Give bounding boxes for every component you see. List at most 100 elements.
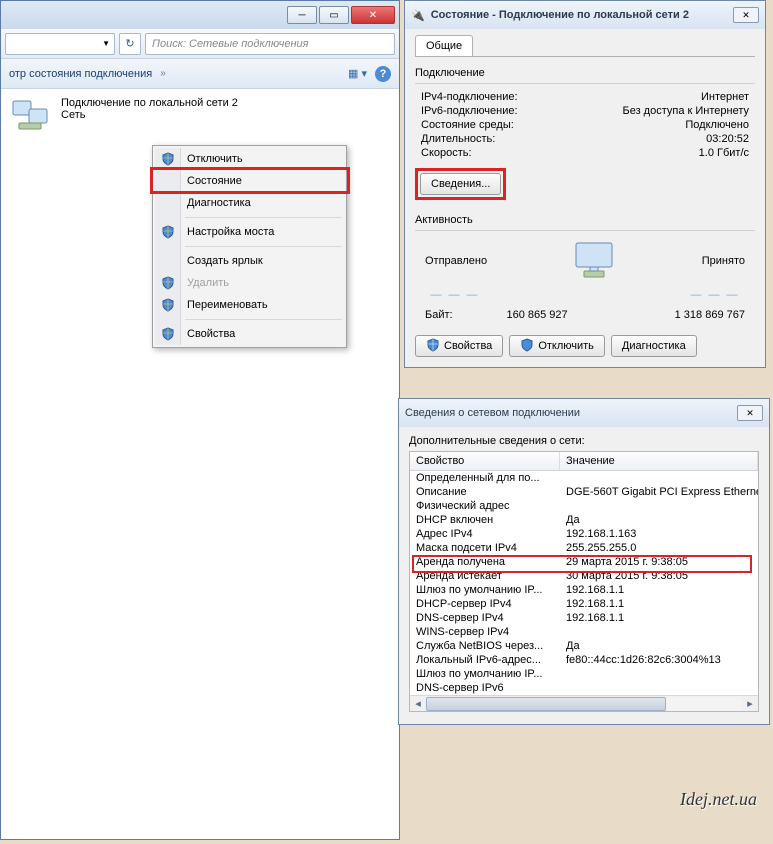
tab-strip: Общие xyxy=(415,35,755,57)
list-row[interactable]: Физический адрес xyxy=(410,499,758,513)
list-row[interactable]: Шлюз по умолчанию IP...192.168.1.1 xyxy=(410,583,758,597)
group-activity: Активность xyxy=(415,214,755,226)
close-button[interactable]: ✕ xyxy=(737,405,763,421)
value-cell: 29 марта 2015 г. 9:38:05 xyxy=(560,556,758,568)
close-button[interactable]: ✕ xyxy=(351,6,395,24)
details-listview: Свойство Значение Определенный для по...… xyxy=(409,451,759,712)
list-row[interactable]: DNS-сервер IPv4192.168.1.1 xyxy=(410,611,758,625)
list-row[interactable]: Адрес IPv4192.168.1.163 xyxy=(410,527,758,541)
scroll-left-button[interactable]: ◂ xyxy=(410,697,426,711)
disable-button[interactable]: Отключить xyxy=(509,335,605,357)
ctx-item[interactable]: Создать ярлык xyxy=(155,250,344,272)
shield-icon xyxy=(520,338,534,355)
list-row[interactable]: Служба NetBIOS через...Да xyxy=(410,639,758,653)
prop-cell: Аренда получена xyxy=(410,556,560,568)
list-row[interactable]: Определенный для по... xyxy=(410,471,758,485)
group-connection: Подключение xyxy=(415,67,755,79)
command-bar: отр состояния подключения » ▦ ▾ ? xyxy=(1,59,399,89)
prop-cell: WINS-сервер IPv4 xyxy=(410,626,560,638)
prop-cell: Описание xyxy=(410,486,560,498)
tab-general[interactable]: Общие xyxy=(415,35,473,56)
ctx-label: Отключить xyxy=(187,153,243,165)
properties-button[interactable]: Свойства xyxy=(415,335,503,357)
details-label: Сведения... xyxy=(431,178,490,190)
prop-cell: DHCP включен xyxy=(410,514,560,526)
address-box[interactable]: ▼ xyxy=(5,33,115,55)
horizontal-scrollbar[interactable]: ◂ ▸ xyxy=(410,695,758,711)
scroll-right-button[interactable]: ▸ xyxy=(742,697,758,711)
explorer-window: ─ ▭ ✕ ▼ ↻ Поиск: Сетевые подключения отр… xyxy=(0,0,400,840)
list-row[interactable]: Маска подсети IPv4255.255.255.0 xyxy=(410,541,758,555)
ctx-item[interactable]: Состояние xyxy=(155,170,344,192)
value-cell: 30 марта 2015 г. 9:38:05 xyxy=(560,570,758,582)
list-row[interactable]: Аренда получена29 марта 2015 г. 9:38:05 xyxy=(410,555,758,569)
shield-icon xyxy=(161,225,175,239)
activity-dots: — — —— — — xyxy=(415,285,755,305)
list-row[interactable]: DHCP-сервер IPv4192.168.1.1 xyxy=(410,597,758,611)
activity-header: Отправлено Принято xyxy=(415,237,755,285)
prop-cell: DNS-сервер IPv4 xyxy=(410,612,560,624)
search-placeholder: Поиск: Сетевые подключения xyxy=(152,38,309,50)
status-key: Длительность: xyxy=(421,133,495,145)
status-value: Без доступа к Интернету xyxy=(622,105,749,117)
prop-cell: DHCP-сервер IPv4 xyxy=(410,598,560,610)
value-cell: DGE-560T Gigabit PCI Express Ethernet A xyxy=(560,486,758,498)
ctx-item[interactable]: Переименовать xyxy=(155,294,344,316)
bytes-sent: 160 865 927 xyxy=(506,309,567,321)
list-row[interactable]: Локальный IPv6-адрес...fe80::44cc:1d26:8… xyxy=(410,653,758,667)
highlight-box: Сведения... xyxy=(415,168,506,200)
connection-item[interactable]: Подключение по локальной сети 2 Сеть xyxy=(1,89,399,141)
refresh-button[interactable]: ↻ xyxy=(119,33,141,55)
connection-name: Подключение по локальной сети 2 xyxy=(61,97,238,109)
prop-cell: Адрес IPv4 xyxy=(410,528,560,540)
shield-icon xyxy=(161,152,175,166)
minimize-button[interactable]: ─ xyxy=(287,6,317,24)
close-button[interactable]: ✕ xyxy=(733,7,759,23)
list-row[interactable]: Шлюз по умолчанию IP... xyxy=(410,667,758,681)
value-cell: 192.168.1.1 xyxy=(560,598,758,610)
col-property[interactable]: Свойство xyxy=(410,452,560,470)
network-adapter-icon xyxy=(11,97,51,133)
status-row: IPv6-подключение:Без доступа к Интернету xyxy=(415,104,755,118)
button-row: Свойства Отключить Диагностика xyxy=(415,335,755,357)
scroll-thumb[interactable] xyxy=(426,697,666,711)
list-row[interactable]: WINS-сервер IPv4 xyxy=(410,625,758,639)
connection-network: Сеть xyxy=(61,109,238,121)
value-cell: 255.255.255.0 xyxy=(560,542,758,554)
chevron-right-icon: » xyxy=(160,68,166,79)
diagnose-button[interactable]: Диагностика xyxy=(611,335,697,357)
shield-icon xyxy=(161,276,175,290)
chevron-down-icon: ▼ xyxy=(102,39,110,48)
search-input[interactable]: Поиск: Сетевые подключения xyxy=(145,33,395,55)
maximize-button[interactable]: ▭ xyxy=(319,6,349,24)
ctx-item: Удалить xyxy=(155,272,344,294)
list-row[interactable]: Аренда истекает30 марта 2015 г. 9:38:05 xyxy=(410,569,758,583)
status-dialog: 🔌 Состояние - Подключение по локальной с… xyxy=(404,0,766,368)
ctx-item[interactable]: Настройка моста xyxy=(155,221,344,243)
list-row[interactable]: ОписаниеDGE-560T Gigabit PCI Express Eth… xyxy=(410,485,758,499)
view-icon[interactable]: ▦ ▾ xyxy=(348,67,367,80)
status-link[interactable]: отр состояния подключения xyxy=(9,68,152,80)
status-row: Скорость:1.0 Гбит/с xyxy=(415,146,755,160)
prop-cell: Физический адрес xyxy=(410,500,560,512)
prop-cell: Локальный IPv6-адрес... xyxy=(410,654,560,666)
ctx-item[interactable]: Диагностика xyxy=(155,192,344,214)
ctx-label: Создать ярлык xyxy=(187,255,263,267)
help-icon[interactable]: ? xyxy=(375,66,391,82)
status-row: Состояние среды:Подключено xyxy=(415,118,755,132)
prop-cell: Аренда истекает xyxy=(410,570,560,582)
col-value[interactable]: Значение xyxy=(560,452,758,470)
ctx-item[interactable]: Свойства xyxy=(155,323,344,345)
prop-cell: Шлюз по умолчанию IP... xyxy=(410,584,560,596)
shield-icon xyxy=(161,327,175,341)
list-row[interactable]: DNS-сервер IPv6 xyxy=(410,681,758,695)
details-button[interactable]: Сведения... xyxy=(420,173,501,195)
value-cell xyxy=(560,626,758,638)
value-cell: 192.168.1.163 xyxy=(560,528,758,540)
list-row[interactable]: DHCP включенДа xyxy=(410,513,758,527)
ctx-label: Переименовать xyxy=(187,299,268,311)
details-dialog: Сведения о сетевом подключении ✕ Дополни… xyxy=(398,398,770,725)
status-titlebar: 🔌 Состояние - Подключение по локальной с… xyxy=(405,1,765,29)
ctx-item[interactable]: Отключить xyxy=(155,148,344,170)
value-cell xyxy=(560,668,758,680)
